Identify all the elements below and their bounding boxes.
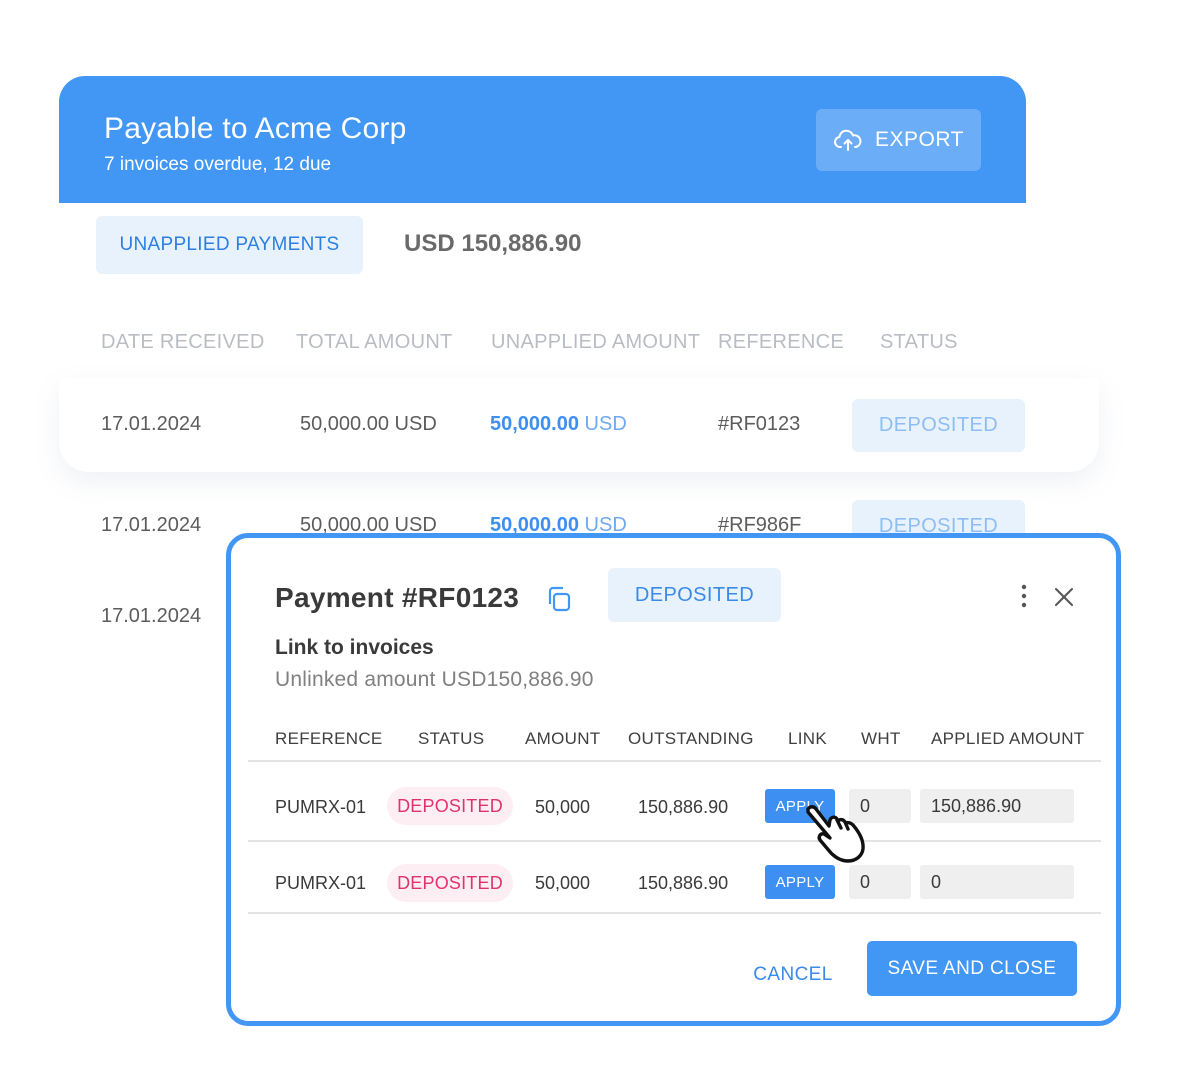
mcol-status: STATUS [418, 729, 485, 748]
table-divider [248, 760, 1101, 762]
mrow2-wht-input[interactable]: 0 [849, 865, 911, 899]
col-unapplied-amount: UNAPPLIED AMOUNT [491, 331, 701, 353]
row1-date: 17.01.2024 [101, 413, 202, 435]
col-date-received: DATE RECEIVED [101, 331, 265, 353]
export-label: EXPORT [875, 128, 964, 151]
table-divider [248, 840, 1101, 842]
page-subtitle: 7 invoices overdue, 12 due [104, 154, 332, 175]
page-title: Payable to Acme Corp [104, 112, 407, 145]
mcol-amount: AMOUNT [525, 729, 601, 748]
row1-total: 50,000.00 USD [300, 413, 437, 435]
link-invoices-heading: Link to invoices [275, 636, 434, 659]
hand-pointer-icon [806, 805, 865, 863]
col-status: STATUS [880, 331, 958, 353]
table-divider [248, 912, 1101, 914]
row1-status-badge: DEPOSITED [852, 399, 1025, 452]
mrow2-amount: 50,000 [535, 873, 591, 893]
cloud-upload-icon [834, 129, 862, 151]
mrow1-outstanding: 150,886.90 [638, 797, 729, 817]
export-button[interactable]: EXPORT [816, 109, 981, 171]
payment-modal: Payment #RF0123 DEPOSITED Link to invoic… [226, 533, 1121, 1026]
col-total-amount: TOTAL AMOUNT [296, 331, 453, 353]
col-reference: REFERENCE [718, 331, 845, 353]
mcol-outstanding: OUTSTANDING [628, 729, 754, 748]
modal-title: Payment #RF0123 [275, 582, 520, 613]
mrow2-apply-button[interactable]: APPLY [765, 865, 835, 899]
mrow2-outstanding: 150,886.90 [638, 873, 729, 893]
cancel-button[interactable]: CANCEL [743, 958, 843, 992]
close-icon[interactable] [1053, 586, 1075, 608]
mrow1-status-badge: DEPOSITED [387, 787, 513, 825]
modal-status-badge: DEPOSITED [608, 568, 781, 622]
mcol-wht: WHT [861, 729, 901, 748]
row1-reference: #RF0123 [718, 413, 801, 435]
row1-unapplied: 50,000.00 USD [490, 413, 627, 435]
copy-icon[interactable] [544, 584, 574, 614]
mrow1-reference: PUMRX-01 [275, 797, 367, 817]
unlinked-amount: Unlinked amount USD150,886.90 [275, 668, 594, 691]
unapplied-total: USD 150,886.90 [404, 230, 582, 257]
more-vertical-icon[interactable] [1017, 582, 1031, 610]
mcol-link: LINK [788, 729, 827, 748]
tab-unapplied-payments[interactable]: UNAPPLIED PAYMENTS [96, 216, 363, 274]
mrow1-amount: 50,000 [535, 797, 591, 817]
mrow1-applied-input[interactable]: 150,886.90 [920, 789, 1074, 823]
page-header: Payable to Acme Corp 7 invoices overdue,… [59, 76, 1026, 203]
mrow2-status-badge: DEPOSITED [387, 864, 513, 902]
save-and-close-button[interactable]: SAVE AND CLOSE [867, 941, 1077, 996]
mrow2-reference: PUMRX-01 [275, 873, 367, 893]
row2-date: 17.01.2024 [101, 514, 202, 536]
mcol-applied-amount: APPLIED AMOUNT [931, 729, 1085, 748]
row3-date: 17.01.2024 [101, 605, 202, 627]
mrow2-applied-input[interactable]: 0 [920, 865, 1074, 899]
mcol-reference: REFERENCE [275, 729, 383, 748]
